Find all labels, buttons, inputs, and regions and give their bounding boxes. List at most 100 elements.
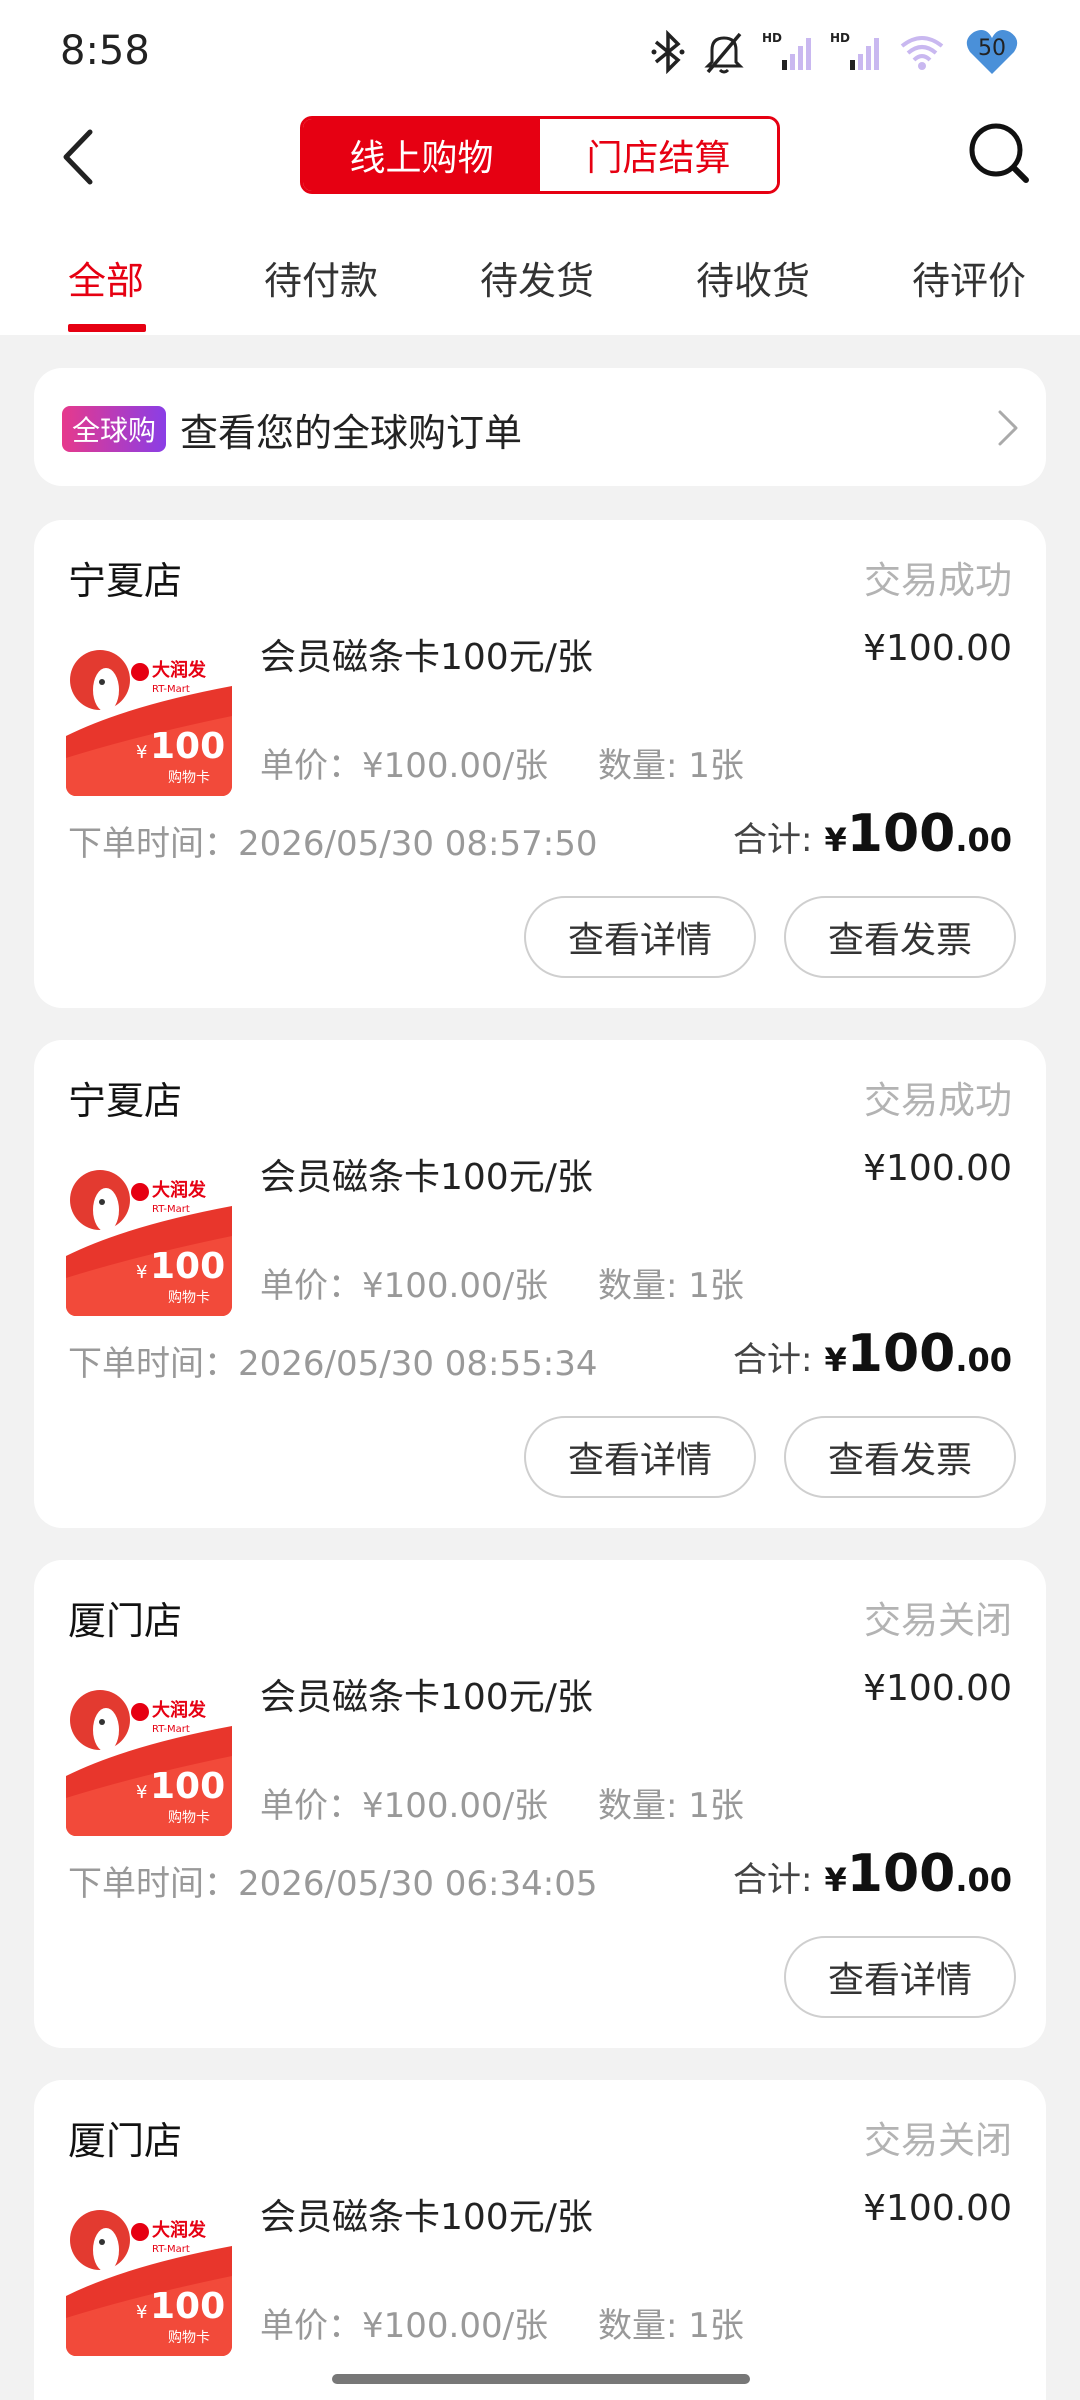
svg-text:HD: HD [830,31,850,45]
active-tab-indicator [68,324,146,332]
shopping-mode-switch: 线上购物 门店结算 [300,116,780,194]
quantity: 数量: 1张 [598,2298,744,2347]
header: 线上购物 门店结算 [0,100,1080,220]
tab-pending-payment[interactable]: 待付款 [264,250,378,305]
quantity-value: 1张 [688,1266,744,1306]
product-thumbnail[interactable]: 大润发 RT-Mart ¥ 100 购物卡 [66,1686,232,1836]
order-time-label: 下单时间： [68,824,238,864]
store-name: 宁夏店 [68,559,183,603]
view-invoice-button[interactable]: 查看发票 [784,896,1016,978]
unit-price-value: ¥100.00/张 [362,2306,549,2346]
store-name: 宁夏店 [68,1079,183,1123]
status-bar: 8:58 HD HD 50 [0,0,1080,100]
back-button[interactable] [50,122,110,192]
unit-price-value: ¥100.00/张 [362,746,549,786]
thumb-amount: 100 [150,2286,225,2327]
total-decimal: .00 [955,1861,1012,1899]
product-price: ¥100.00 [863,1148,1012,1189]
thumb-brand-en: RT-Mart [152,684,190,695]
order-card[interactable]: 宁夏店 交易成功 大润发 RT-Mart ¥ 100 购物卡 会员磁条卡100元… [34,520,1046,1008]
segment-store-checkout[interactable]: 门店结算 [540,119,777,191]
order-time-value: 2026/05/30 06:34:05 [238,1864,598,1904]
battery-heart-icon: 50 [964,24,1020,80]
view-detail-button[interactable]: 查看详情 [784,1936,1016,2018]
total-yen: ¥ [824,821,847,859]
order-status: 交易成功 [864,1079,1012,1122]
order-total: 合计: ¥ 100 .00 [733,804,1012,864]
tab-pending-review[interactable]: 待评价 [912,250,1026,305]
hd-signal-icon: HD [762,30,812,74]
order-card[interactable]: 厦门店 交易关闭 大润发 RT-Mart ¥ 100 购物卡 会员磁条卡100元… [34,1560,1046,2048]
quantity: 数量: 1张 [598,738,744,787]
product-price: ¥100.00 [863,2188,1012,2229]
battery-level: 50 [978,36,1006,61]
mute-bell-icon [704,30,744,74]
product-thumbnail[interactable]: 大润发 RT-Mart ¥ 100 购物卡 [66,1166,232,1316]
quantity-label: 数量: [598,1266,689,1306]
thumb-caption: 购物卡 [168,1810,210,1826]
product-name: 会员磁条卡100元/张 [260,1157,593,1198]
thumb-yen: ¥ [136,742,147,763]
order-time-value: 2026/05/30 08:55:34 [238,1344,598,1384]
quantity-label: 数量: [598,2306,689,2346]
quantity-value: 1张 [688,746,744,786]
status-icons: HD HD 50 [650,24,1020,80]
thumb-brand: 大润发 [152,1699,207,1721]
bluetooth-icon [650,30,686,74]
product-name: 会员磁条卡100元/张 [260,1677,593,1718]
order-time: 下单时间：2026/05/30 08:55:34 [68,1336,597,1385]
quantity-value: 1张 [688,1786,744,1826]
quantity: 数量: 1张 [598,1778,744,1827]
hd-signal-icon: HD [830,30,880,74]
quantity-label: 数量: [598,1786,689,1826]
global-purchase-badge: 全球购 [62,406,167,452]
quantity-label: 数量: [598,746,689,786]
tab-pending-receipt[interactable]: 待收货 [696,250,810,305]
global-purchase-banner[interactable]: 全球购 查看您的全球购订单 [34,368,1046,486]
segment-online-shopping[interactable]: 线上购物 [303,119,540,191]
status-time: 8:58 [60,28,150,74]
search-icon [969,123,1029,183]
order-status: 交易成功 [864,559,1012,602]
view-detail-button[interactable]: 查看详情 [524,1416,756,1498]
view-detail-button[interactable]: 查看详情 [524,896,756,978]
unit-price-value: ¥100.00/张 [362,1266,549,1306]
global-purchase-text: 查看您的全球购订单 [180,411,523,455]
thumb-caption: 购物卡 [168,770,210,786]
order-status: 交易关闭 [864,2119,1012,2162]
unit-price: 单价：¥100.00/张 [260,1778,548,1827]
chevron-left-icon [63,129,93,185]
product-name: 会员磁条卡100元/张 [260,2197,593,2238]
unit-price-label: 单价： [260,1786,362,1826]
product-thumbnail[interactable]: 大润发 RT-Mart ¥ 100 购物卡 [66,2206,232,2356]
wifi-icon [898,30,946,74]
unit-price: 单价：¥100.00/张 [260,2298,548,2347]
order-card[interactable]: 宁夏店 交易成功 大润发 RT-Mart ¥ 100 购物卡 会员磁条卡100元… [34,1040,1046,1528]
thumb-amount: 100 [150,1766,225,1807]
thumb-brand: 大润发 [152,2219,207,2241]
unit-price-value: ¥100.00/张 [362,1786,549,1826]
store-name: 厦门店 [68,2119,183,2163]
total-label: 合计: [733,1340,813,1380]
view-invoice-button[interactable]: 查看发票 [784,1416,1016,1498]
total-decimal: .00 [955,821,1012,859]
unit-price-label: 单价： [260,1266,362,1306]
home-indicator[interactable] [332,2374,750,2384]
order-card[interactable]: 厦门店 交易关闭 大润发 RT-Mart ¥ 100 购物卡 会员磁条卡100元… [34,2080,1046,2400]
tab-all[interactable]: 全部 [68,250,144,305]
thumb-brand: 大润发 [152,1179,207,1201]
total-yen: ¥ [824,1861,847,1899]
order-status: 交易关闭 [864,1599,1012,1642]
order-time: 下单时间：2026/05/30 06:34:05 [68,1856,597,1905]
thumb-brand-en: RT-Mart [152,2244,190,2255]
search-button[interactable] [964,118,1036,190]
product-thumbnail[interactable]: 大润发 RT-Mart ¥ 100 购物卡 [66,646,232,796]
unit-price: 单价：¥100.00/张 [260,1258,548,1307]
thumb-amount: 100 [150,726,225,767]
quantity-value: 1张 [688,2306,744,2346]
thumb-yen: ¥ [136,1262,147,1283]
order-time-label: 下单时间： [68,1344,238,1384]
tab-pending-shipment[interactable]: 待发货 [480,250,594,305]
thumb-brand-en: RT-Mart [152,1204,190,1215]
thumb-brand: 大润发 [152,659,207,681]
